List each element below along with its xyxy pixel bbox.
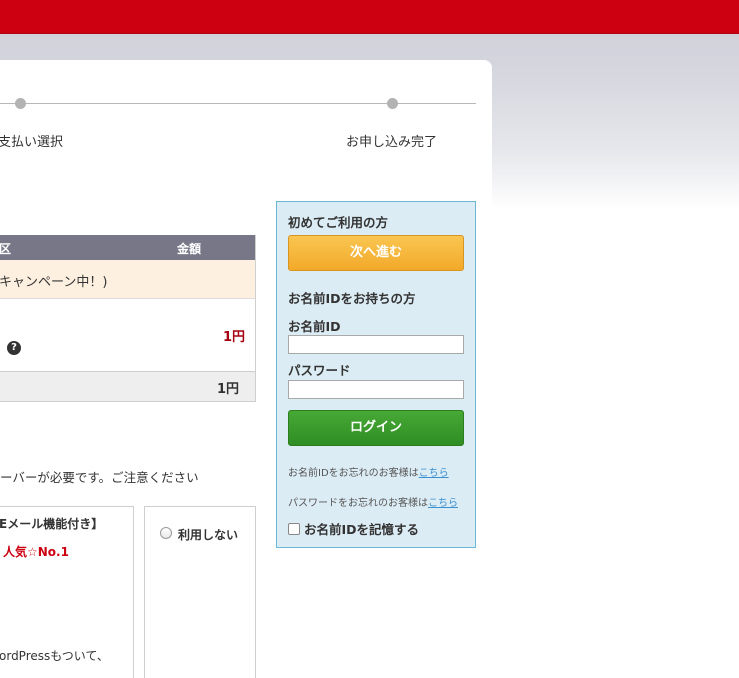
step-dot-payment (15, 98, 26, 109)
total-price: 1円 (216, 382, 239, 397)
option-none-label: 利用しない (178, 528, 239, 542)
first-time-title: 初めてご利用の方 (288, 215, 389, 230)
progress-line (0, 103, 476, 104)
login-button[interactable]: ログイン (288, 410, 464, 446)
option-none[interactable]: 利用しない (144, 506, 256, 678)
option-none-radio[interactable] (160, 527, 172, 539)
option-mail-badge: 人気☆No.1 (3, 545, 69, 559)
password-label: パスワード (288, 363, 351, 378)
header-item: 区 (0, 242, 12, 256)
password-input[interactable] (288, 380, 464, 399)
option-mail-desc: ordPressもついて、 (0, 649, 109, 663)
total-row: 1円 (0, 372, 255, 401)
remember-option[interactable]: お名前IDを記憶する (288, 519, 419, 538)
option-mail-title: Eメール機能付き】 (0, 517, 104, 531)
step-label-payment: 支払い選択 (0, 135, 64, 150)
top-bar (0, 0, 739, 34)
member-title: お名前IDをお持ちの方 (288, 291, 416, 306)
price-table-header: 区 金額 (0, 235, 255, 260)
id-label: お名前ID (288, 319, 341, 334)
forgot-id-text: お名前IDをお忘れのお客様はこちら (288, 464, 449, 479)
help-icon[interactable]: ? (7, 341, 21, 355)
item-price: 1円 (222, 330, 245, 345)
login-box: 初めてご利用の方 次へ進む お名前IDをお持ちの方 お名前ID パスワード ログ… (276, 201, 476, 548)
next-button[interactable]: 次へ進む (288, 235, 464, 271)
campaign-row: キャンペーン中！) (0, 260, 255, 299)
option-mail[interactable]: Eメール機能付き】 人気☆No.1 ordPressもついて、 (0, 506, 134, 678)
step-dot-complete (387, 98, 398, 109)
campaign-text: キャンペーン中！) (0, 275, 108, 290)
forgot-password-link[interactable]: こちら (428, 498, 458, 509)
forgot-id-link[interactable]: こちら (419, 468, 449, 479)
forgot-password-text: パスワードをお忘れのお客様はこちら (288, 494, 458, 509)
server-notice: ーバーが必要です。ご注意ください (0, 470, 199, 485)
step-label-complete: お申し込み完了 (346, 135, 438, 150)
id-input[interactable] (288, 335, 464, 354)
forgot-password-label: パスワードをお忘れのお客様は (288, 498, 428, 509)
header-amount: 金額 (177, 242, 202, 256)
table-row: ? 1円 (0, 299, 255, 372)
remember-checkbox[interactable] (288, 523, 300, 535)
remember-label: お名前IDを記憶する (304, 522, 420, 537)
price-table: 区 金額 キャンペーン中！) ? 1円 1円 (0, 235, 256, 402)
forgot-id-label: お名前IDをお忘れのお客様は (288, 468, 419, 479)
